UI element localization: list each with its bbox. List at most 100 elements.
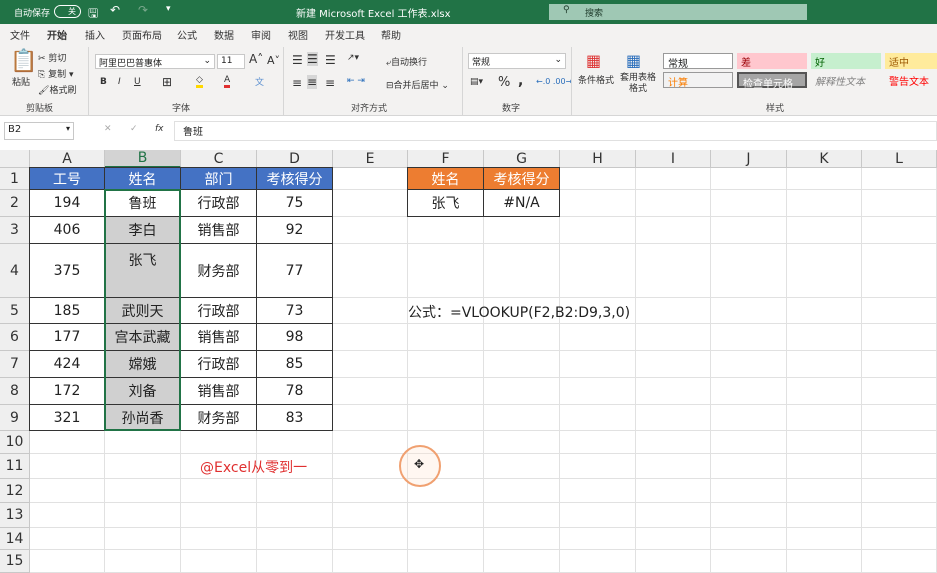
font-size-select[interactable]: 11: [217, 54, 245, 69]
row-header-4[interactable]: 4: [0, 244, 30, 298]
cell-A13[interactable]: [30, 503, 105, 528]
font-color-icon[interactable]: A: [224, 75, 231, 88]
conditional-format-button[interactable]: 条件格式: [578, 73, 614, 86]
row-header-9[interactable]: 9: [0, 405, 30, 431]
cell-J9[interactable]: [711, 405, 787, 431]
redo-icon[interactable]: ↷: [138, 3, 148, 17]
cell-B12[interactable]: [105, 479, 181, 503]
cell-A3[interactable]: 406: [29, 216, 105, 244]
cell-A15[interactable]: [30, 550, 105, 573]
cell-B15[interactable]: [105, 550, 181, 573]
cell-J12[interactable]: [711, 479, 787, 503]
cell-style-7[interactable]: 警告文本: [885, 72, 937, 88]
cell-A14[interactable]: [30, 528, 105, 550]
cell-A4[interactable]: 375: [29, 243, 105, 298]
italic-button[interactable]: I: [118, 77, 121, 87]
cell-I3[interactable]: [636, 217, 711, 244]
cell-K3[interactable]: [787, 217, 862, 244]
cell-L13[interactable]: [862, 503, 937, 528]
tab-0[interactable]: 文件: [10, 27, 30, 42]
wrap-text-button[interactable]: ⤶自动换行: [386, 55, 427, 68]
column-header-B[interactable]: B: [105, 150, 181, 168]
cell-J13[interactable]: [711, 503, 787, 528]
cell-L4[interactable]: [862, 244, 937, 298]
align-right-icon[interactable]: ≡: [325, 76, 335, 90]
cell-C7[interactable]: 行政部: [180, 350, 257, 378]
cell-F2[interactable]: 张飞: [407, 189, 484, 217]
cell-I2[interactable]: [636, 190, 711, 217]
cell-E7[interactable]: [333, 351, 408, 378]
customize-icon[interactable]: ▾: [166, 4, 171, 14]
tab-2[interactable]: 插入: [85, 27, 105, 42]
cell-A1[interactable]: 工号: [29, 167, 105, 190]
font-name-select[interactable]: 阿里巴巴普惠体 ⌄: [95, 54, 215, 69]
cell-I4[interactable]: [636, 244, 711, 298]
cell-A12[interactable]: [30, 479, 105, 503]
align-center-icon[interactable]: ≡: [307, 75, 318, 89]
cell-J5[interactable]: [711, 298, 787, 324]
row-header-14[interactable]: 14: [0, 528, 30, 550]
column-header-E[interactable]: E: [333, 150, 408, 168]
cell-K6[interactable]: [787, 324, 862, 351]
cell-C10[interactable]: [181, 431, 257, 454]
cell-L3[interactable]: [862, 217, 937, 244]
search-box[interactable]: ⚲ 搜索: [549, 4, 807, 20]
cell-F9[interactable]: [408, 405, 484, 431]
cell-G3[interactable]: [484, 217, 560, 244]
cell-C6[interactable]: 销售部: [180, 323, 257, 351]
cell-I7[interactable]: [636, 351, 711, 378]
cell-D14[interactable]: [257, 528, 333, 550]
cell-D6[interactable]: 98: [256, 323, 333, 351]
cell-B5[interactable]: 武则天: [104, 297, 181, 324]
column-header-K[interactable]: K: [787, 150, 862, 168]
copy-button[interactable]: ⎘ 复制 ▾: [38, 67, 73, 80]
column-header-J[interactable]: J: [711, 150, 787, 168]
cell-H3[interactable]: [560, 217, 636, 244]
cell-G4[interactable]: [484, 244, 560, 298]
indent-icons[interactable]: ⇤ ⇥: [347, 76, 365, 86]
cell-C12[interactable]: [181, 479, 257, 503]
cell-L7[interactable]: [862, 351, 937, 378]
cancel-icon[interactable]: ✕: [104, 124, 112, 134]
cell-I13[interactable]: [636, 503, 711, 528]
cell-E9[interactable]: [333, 405, 408, 431]
cell-I9[interactable]: [636, 405, 711, 431]
cell-F13[interactable]: [408, 503, 484, 528]
cell-L14[interactable]: [862, 528, 937, 550]
cell-K13[interactable]: [787, 503, 862, 528]
paste-button[interactable]: 粘贴: [12, 75, 30, 88]
cell-D8[interactable]: 78: [256, 377, 333, 405]
cell-H13[interactable]: [560, 503, 636, 528]
cell-K2[interactable]: [787, 190, 862, 217]
cell-K12[interactable]: [787, 479, 862, 503]
cell-D2[interactable]: 75: [256, 189, 333, 217]
cell-style-2[interactable]: 好: [811, 53, 881, 69]
align-top-icon[interactable]: ☰: [292, 53, 303, 67]
tab-5[interactable]: 数据: [214, 27, 234, 42]
cell-H4[interactable]: [560, 244, 636, 298]
cell-G9[interactable]: [484, 405, 560, 431]
cell-H11[interactable]: [560, 454, 636, 479]
select-all-corner[interactable]: [0, 150, 30, 168]
tab-3[interactable]: 页面布局: [122, 27, 162, 42]
cell-F6[interactable]: [408, 324, 484, 351]
border-icon[interactable]: ⊞: [162, 75, 172, 89]
cell-J1[interactable]: [711, 168, 787, 190]
cell-G11[interactable]: [484, 454, 560, 479]
cell-E8[interactable]: [333, 378, 408, 405]
cell-L12[interactable]: [862, 479, 937, 503]
cell-H1[interactable]: [560, 168, 636, 190]
cell-I1[interactable]: [636, 168, 711, 190]
cell-D3[interactable]: 92: [256, 216, 333, 244]
cell-I12[interactable]: [636, 479, 711, 503]
cell-K4[interactable]: [787, 244, 862, 298]
column-header-I[interactable]: I: [636, 150, 711, 168]
cell-H10[interactable]: [560, 431, 636, 454]
cell-G2[interactable]: #N/A: [483, 189, 560, 217]
cell-K1[interactable]: [787, 168, 862, 190]
increase-font-icon[interactable]: A˄: [249, 52, 263, 66]
cell-I6[interactable]: [636, 324, 711, 351]
cell-F3[interactable]: [408, 217, 484, 244]
bold-button[interactable]: B: [100, 77, 107, 87]
cell-F15[interactable]: [408, 550, 484, 573]
